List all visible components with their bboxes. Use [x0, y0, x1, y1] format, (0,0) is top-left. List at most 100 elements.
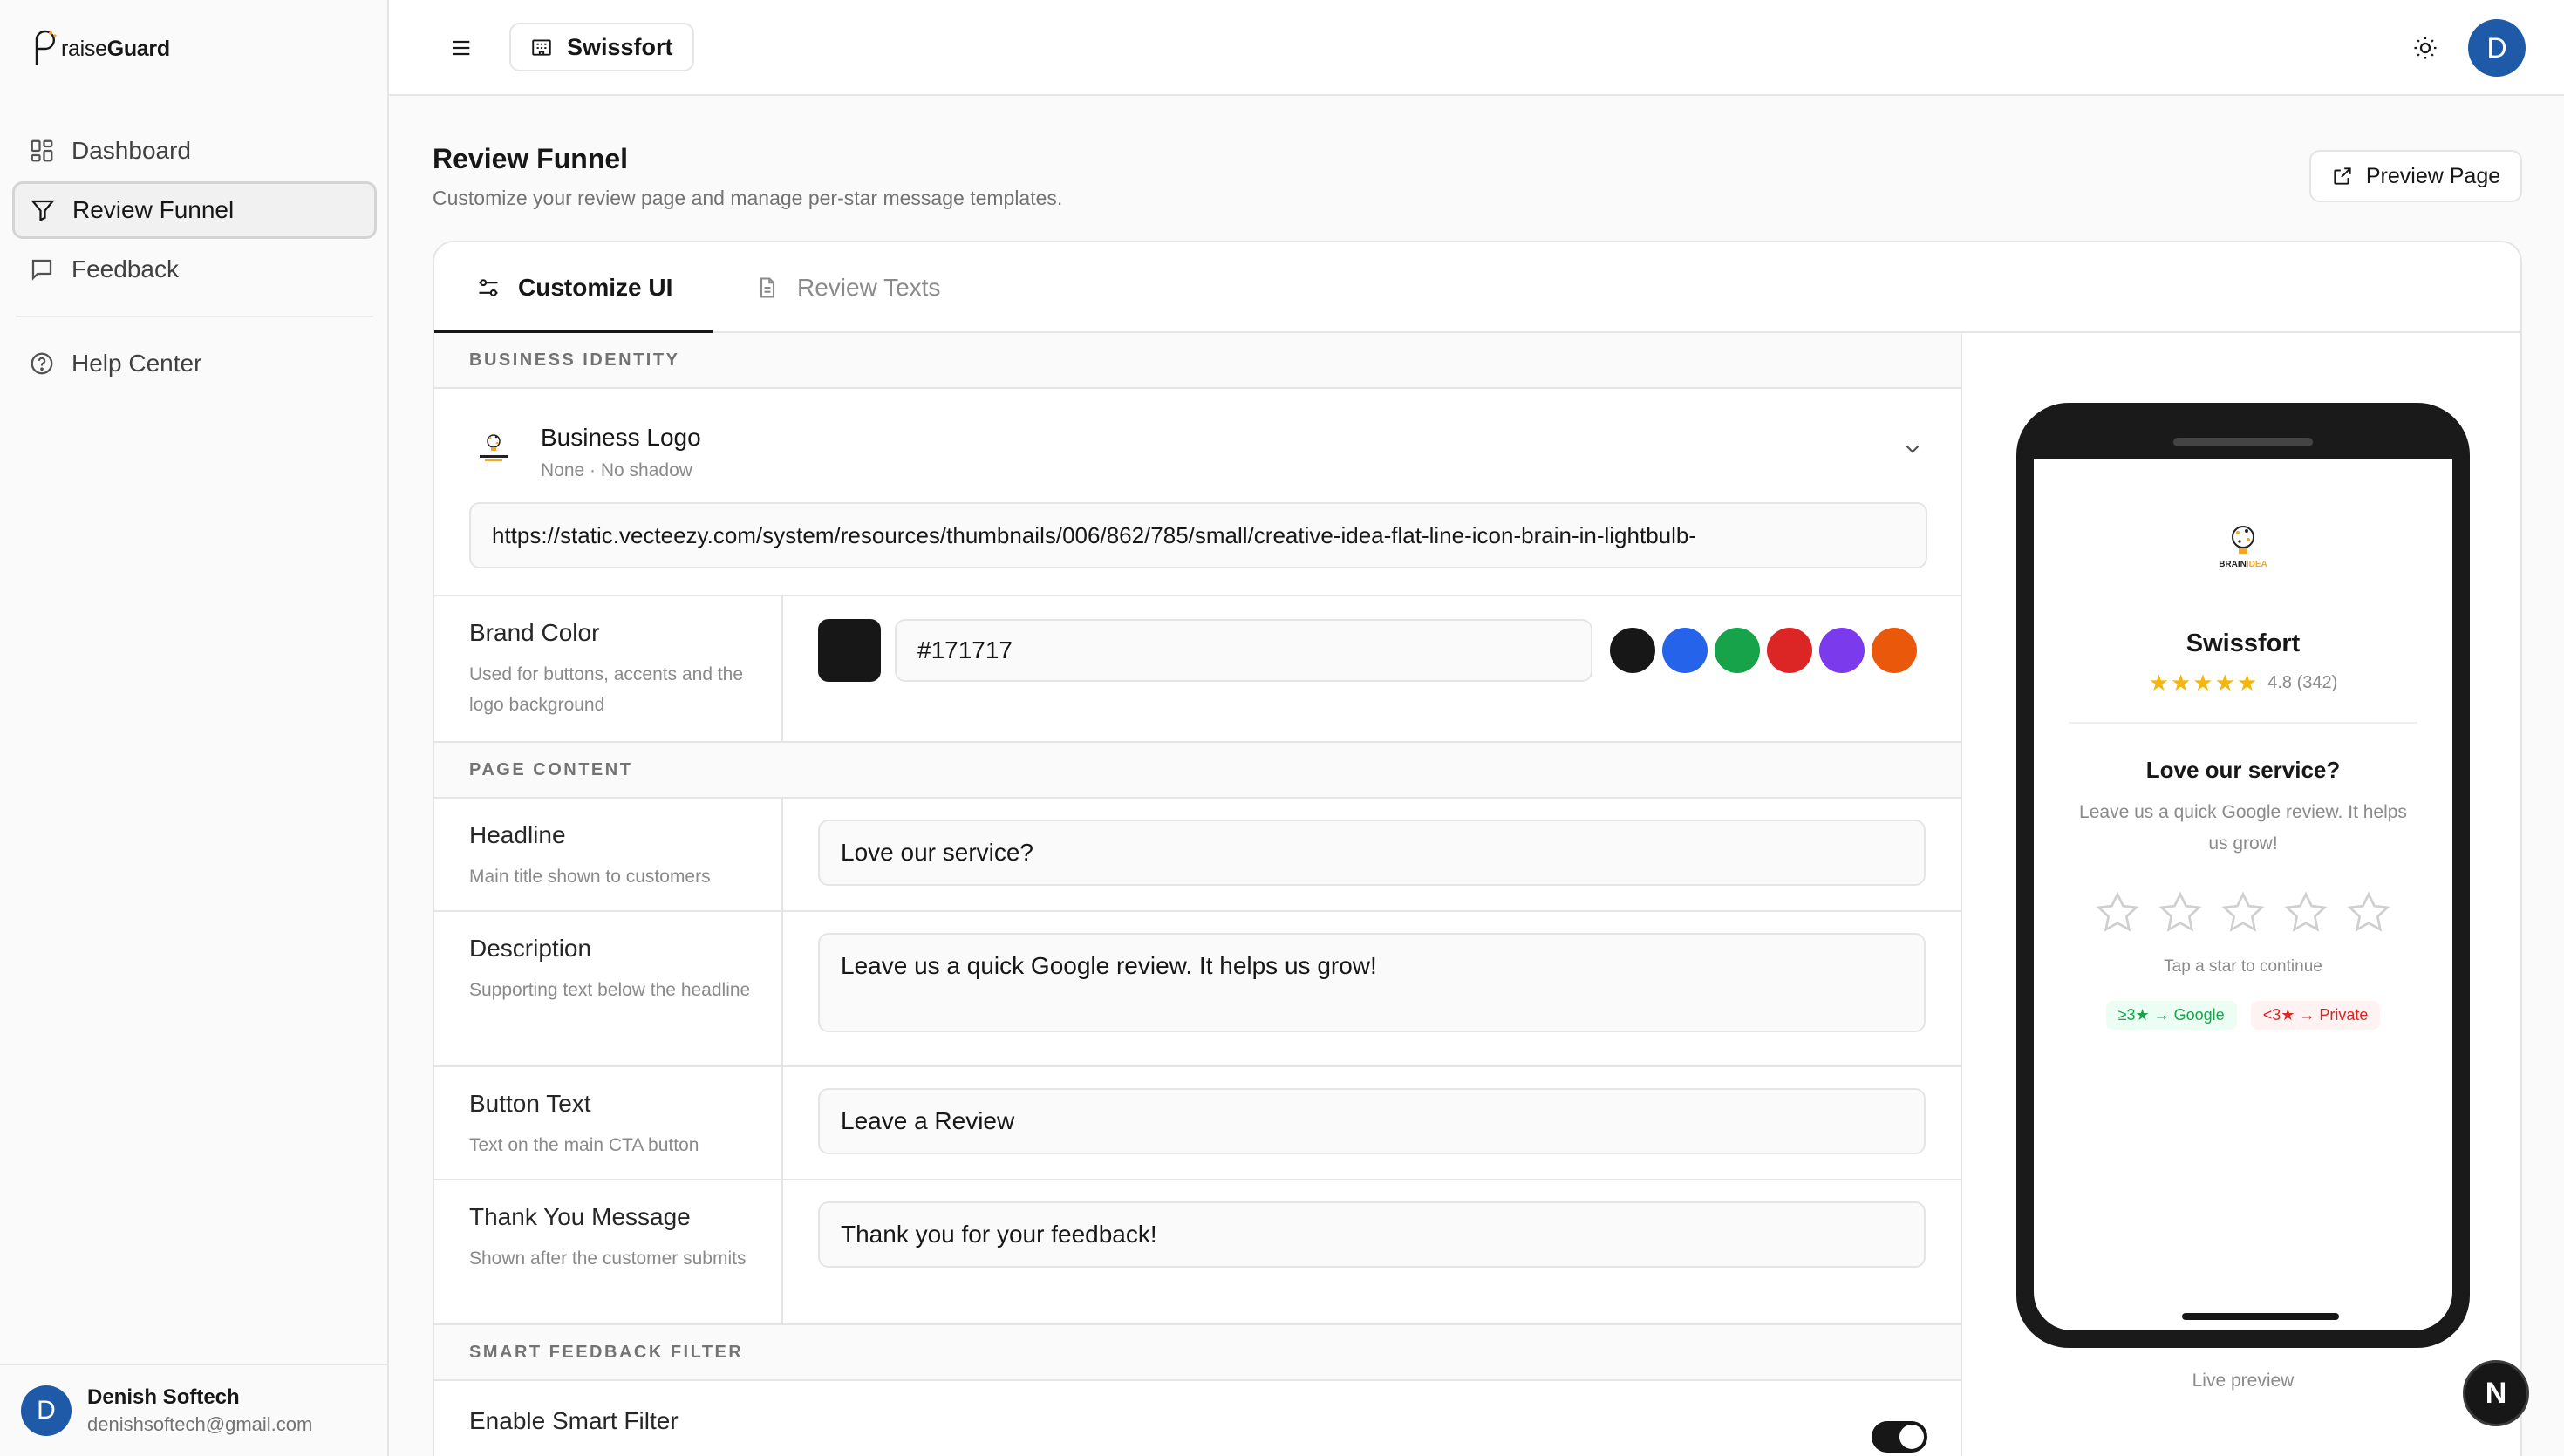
- brand-color-label-cell: Brand Color Used for buttons, accents an…: [434, 596, 783, 741]
- phone-preview: BRAINIDEA Swissfort ★★★★★ 4.8 (342) Love…: [2016, 403, 2470, 1348]
- menu-toggle-button[interactable]: [441, 28, 481, 68]
- description-textarea[interactable]: Leave us a quick Google review. It helps…: [818, 933, 1926, 1032]
- color-preset-green[interactable]: [1715, 628, 1760, 673]
- sidebar-item-dashboard[interactable]: Dashboard: [12, 122, 377, 180]
- user-name: Denish Softech: [87, 1385, 240, 1409]
- sidebar-divider: [16, 316, 373, 317]
- sidebar-item-feedback[interactable]: Feedback: [12, 241, 377, 298]
- user-meta: Denish Softech denishsoftech@gmail.com: [87, 1385, 312, 1436]
- headline-input[interactable]: Love our service?: [818, 820, 1926, 886]
- brand-color-hex-input[interactable]: #171717: [895, 619, 1592, 682]
- sidebar-item-label: Help Center: [72, 350, 202, 377]
- sidebar-item-label: Dashboard: [72, 137, 191, 164]
- preview-rating-text: 4.8 (342): [2267, 673, 2338, 692]
- preview-logo-word-2: IDEA: [2247, 560, 2267, 569]
- thank-you-row: Thank You Message Shown after the custom…: [434, 1180, 1961, 1325]
- preview-page-button[interactable]: Preview Page: [2309, 150, 2522, 202]
- help-icon: [28, 350, 56, 378]
- preview-star-rating-icon: ★★★★★: [2148, 670, 2260, 696]
- headline-row: Headline Main title shown to customers L…: [434, 799, 1961, 912]
- headline-desc: Main title shown to customers: [469, 867, 711, 887]
- document-icon: [755, 276, 780, 300]
- section-header-identity: BUSINESS IDENTITY: [434, 333, 1961, 389]
- description-label-cell: Description Supporting text below the he…: [434, 912, 783, 1065]
- tab-label: Customize UI: [518, 274, 673, 301]
- smart-filter-toggle[interactable]: [1872, 1421, 1927, 1453]
- preview-tap-hint: Tap a star to continue: [2164, 957, 2322, 976]
- section-header-filter: SMART FEEDBACK FILTER: [434, 1325, 1961, 1381]
- button-text-title: Button Text: [469, 1090, 591, 1117]
- star-outline-icon[interactable]: [2337, 889, 2400, 936]
- tab-review-texts[interactable]: Review Texts: [755, 242, 940, 333]
- sun-icon: [2414, 37, 2437, 59]
- preview-star-picker: [2034, 889, 2452, 936]
- brand-color-title: Brand Color: [469, 619, 600, 646]
- star-outline-icon[interactable]: [2149, 889, 2212, 936]
- tab-bar: Customize UI Review Texts: [434, 242, 2520, 333]
- description-title: Description: [469, 935, 592, 962]
- tab-customize-ui[interactable]: Customize UI: [476, 242, 672, 333]
- business-logo-block: Business Logo None · No shadow https://s…: [434, 389, 1961, 596]
- private-route-badge: <3★ → Private: [2250, 1001, 2381, 1030]
- business-logo-subtitle: None · No shadow: [541, 460, 692, 480]
- description-field: Leave us a quick Google review. It helps…: [783, 912, 1961, 1065]
- customize-form: BUSINESS IDENTITY Business Logo None · N…: [434, 333, 1962, 1456]
- external-link-icon: [2331, 165, 2354, 187]
- color-preset-black[interactable]: [1610, 628, 1655, 673]
- thank-you-label-cell: Thank You Message Shown after the custom…: [434, 1180, 783, 1323]
- logo-url-input[interactable]: https://static.vecteezy.com/system/resou…: [469, 502, 1927, 568]
- color-preset-purple[interactable]: [1819, 628, 1865, 673]
- button-text-input[interactable]: Leave a Review: [818, 1088, 1926, 1154]
- floating-n-button[interactable]: N: [2463, 1360, 2529, 1426]
- preview-logo-word-1: BRAIN: [2219, 560, 2247, 569]
- sidebar-item-label: Feedback: [72, 255, 179, 282]
- funnel-card: Customize UI Review Texts BUSINESS IDENT…: [433, 241, 2522, 1456]
- header-avatar[interactable]: D: [2468, 19, 2526, 77]
- button-text-field: Leave a Review: [783, 1067, 1961, 1179]
- color-preset-blue[interactable]: [1662, 628, 1708, 673]
- business-logo-thumbnail: [480, 434, 508, 461]
- color-preset-orange[interactable]: [1872, 628, 1917, 673]
- preview-headline: Love our service?: [2145, 757, 2341, 783]
- preview-page-label: Preview Page: [2365, 163, 2501, 188]
- color-preset-red[interactable]: [1767, 628, 1812, 673]
- sliders-icon: [476, 276, 501, 300]
- business-switcher-button[interactable]: Swissfort: [509, 23, 694, 71]
- preview-description: Leave us a quick Google review. It helps…: [2079, 802, 2407, 854]
- brand-color-desc: Used for buttons, accents and the logo b…: [469, 664, 744, 715]
- sidebar-item-help-center[interactable]: Help Center: [12, 335, 377, 392]
- logo-text: raiseGuard: [61, 36, 170, 61]
- page-title: Review Funnel: [433, 143, 629, 174]
- brand-color-swatch[interactable]: [818, 619, 881, 682]
- sidebar: raiseGuard Dashboard Review Funnel Feedb…: [0, 0, 389, 1456]
- sidebar-nav: Dashboard Review Funnel Feedback Help Ce…: [12, 122, 377, 394]
- message-icon: [28, 255, 56, 283]
- sidebar-item-review-funnel[interactable]: Review Funnel: [12, 181, 377, 239]
- expand-logo-options-button[interactable]: [1901, 438, 1924, 465]
- phone-home-indicator: [2182, 1313, 2339, 1320]
- section-header-content: PAGE CONTENT: [434, 743, 1961, 799]
- thank-you-desc: Shown after the customer submits: [469, 1248, 747, 1269]
- app-logo[interactable]: raiseGuard: [30, 30, 170, 68]
- top-header: Swissfort D: [389, 0, 2564, 96]
- preview-logo-image: BRAINIDEA: [2219, 526, 2267, 569]
- description-row: Description Supporting text below the he…: [434, 912, 1961, 1067]
- logo-mark-icon: [35, 30, 57, 65]
- thank-you-input[interactable]: Thank you for your feedback!: [818, 1201, 1926, 1268]
- smart-filter-title: Enable Smart Filter: [469, 1407, 679, 1434]
- business-logo-title: Business Logo: [541, 424, 701, 451]
- theme-toggle-button[interactable]: [2405, 28, 2445, 68]
- preview-rating: ★★★★★ 4.8 (342): [2034, 670, 2452, 697]
- star-outline-icon[interactable]: [2086, 889, 2149, 936]
- user-profile[interactable]: D Denish Softech denishsoftech@gmail.com: [0, 1364, 389, 1456]
- svg-text:BRAINIDEA: BRAINIDEA: [2219, 560, 2267, 569]
- filter-icon: [29, 196, 57, 224]
- star-outline-icon[interactable]: [2212, 889, 2274, 936]
- google-route-badge: ≥3★ → Google: [2105, 1001, 2237, 1030]
- button-text-label-cell: Button Text Text on the main CTA button: [434, 1067, 783, 1179]
- building-icon: [530, 36, 553, 58]
- star-outline-icon[interactable]: [2274, 889, 2337, 936]
- phone-screen: BRAINIDEA Swissfort ★★★★★ 4.8 (342) Love…: [2034, 459, 2452, 1330]
- toggle-knob: [1899, 1425, 1924, 1449]
- chevron-down-icon: [1906, 445, 1920, 453]
